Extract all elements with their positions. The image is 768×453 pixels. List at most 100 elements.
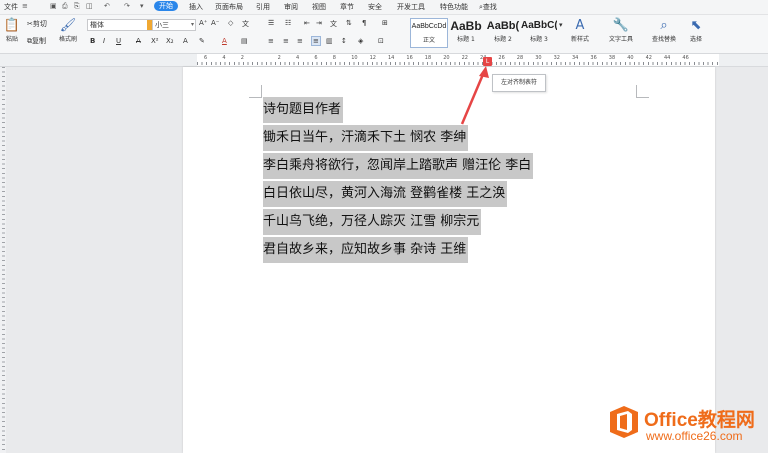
format-painter-button[interactable]: 🖌 格式刷 <box>57 18 79 43</box>
callout-arrow <box>460 66 489 125</box>
style-heading-1[interactable]: AaBb 标题 1 <box>448 18 484 46</box>
tab-page-layout[interactable]: 页面布局 <box>215 2 243 12</box>
shading-icon[interactable]: ◈ <box>358 37 363 45</box>
show-marks-icon[interactable]: ¶ <box>362 19 366 27</box>
tab-review[interactable]: 审阅 <box>284 2 298 12</box>
doc-line[interactable]: 诗句题目作者 <box>263 97 344 123</box>
search-button[interactable]: ⌕查找 <box>479 2 497 12</box>
find-replace-button[interactable]: ⌕ 查找替换 <box>647 18 681 43</box>
ruler-number: 22 <box>461 55 468 61</box>
text-effect-icon[interactable]: A <box>183 37 188 45</box>
file-menu[interactable]: 文件 <box>4 2 18 12</box>
bold-icon[interactable]: B <box>90 37 95 45</box>
strikethrough-icon[interactable]: A <box>136 37 141 45</box>
ruler-number: 20 <box>443 55 450 61</box>
doc-line[interactable]: 千山鸟飞绝，万径人踪灭 江雪 柳宗元 <box>263 209 482 235</box>
decrease-indent-icon[interactable]: ⇤ <box>304 19 310 27</box>
font-size-select[interactable]: 小三 ▾ <box>152 19 196 31</box>
numbered-list-icon[interactable]: ☷ <box>285 19 291 27</box>
save-icon[interactable]: ▣ <box>50 2 57 10</box>
undo-icon[interactable]: ↶ <box>104 2 110 10</box>
print-icon[interactable]: ⎘ <box>74 2 80 11</box>
ruler-number: 28 <box>516 55 524 61</box>
styles-more-icon[interactable]: ▾ <box>559 21 563 29</box>
redo-icon[interactable]: ↷ <box>124 2 130 10</box>
ruler-number: 10 <box>351 55 358 61</box>
text-tools-label: 文字工具 <box>608 36 633 43</box>
tab-home[interactable]: 开始 <box>154 1 178 11</box>
style-heading-3[interactable]: AaBbC( 标题 3 <box>521 18 557 46</box>
ruler-number: 12 <box>369 55 376 61</box>
margin-corner-top-right <box>636 85 649 98</box>
clear-format-icon[interactable]: ◇ <box>228 19 233 27</box>
bullet-list-icon[interactable]: ☰ <box>268 19 274 27</box>
ruler-number: 26 <box>498 55 505 61</box>
new-style-label: 新样式 <box>570 36 589 43</box>
doc-line[interactable]: 君自故乡来，应知故乡事 杂诗 王维 <box>263 237 469 263</box>
menu-icon[interactable]: ≡ <box>22 2 28 10</box>
ruler-number: 14 <box>388 55 395 61</box>
style-heading-3-label: 标题 3 <box>530 36 548 43</box>
cut-button[interactable]: ✂剪切 <box>27 19 47 29</box>
text-tools-button[interactable]: 🔧 文字工具 <box>604 18 638 43</box>
tab-chapter[interactable]: 章节 <box>340 2 354 12</box>
subscript-icon[interactable]: X₂ <box>166 37 174 45</box>
font-color-icon[interactable]: A <box>222 37 227 45</box>
increase-indent-icon[interactable]: ⇥ <box>316 19 322 27</box>
tab-security[interactable]: 安全 <box>368 2 382 12</box>
font-name-select[interactable]: 楷体 <box>87 19 154 31</box>
watermark-title: Office教程网 <box>644 410 755 431</box>
ruler-number: 6 <box>204 55 208 61</box>
phonetic-icon[interactable]: 文 <box>242 19 249 29</box>
menu-bar: 文件 ≡ ▣ ⎙ ⎘ ◫ ↶ ↷ ▾ 开始 插入 页面布局 引用 审阅 视图 章… <box>0 0 768 15</box>
sort-icon[interactable]: ⇅ <box>346 19 352 27</box>
document-page[interactable]: 诗句题目作者 锄禾日当午，汗滴禾下土 悯农 李绅 李白乘舟将欲行，忽闻岸上踏歌声… <box>183 67 715 453</box>
justify-icon[interactable]: ≡ <box>311 36 321 46</box>
new-style-button[interactable]: A 新样式 <box>566 18 594 43</box>
italic-icon[interactable]: I <box>103 37 105 45</box>
align-right-icon[interactable]: ≡ <box>297 37 303 45</box>
doc-line[interactable]: 李白乘舟将欲行，忽闻岸上踏歌声 赠汪伦 李白 <box>263 153 534 179</box>
style-heading-3-sample: AaBbC( <box>521 20 557 31</box>
highlight-icon[interactable]: ✎ <box>199 37 205 45</box>
preview-icon[interactable]: ◫ <box>86 2 93 10</box>
tab-features[interactable]: 特色功能 <box>440 2 468 12</box>
brush-icon: 🖌 <box>59 18 77 33</box>
ruler-number: 30 <box>535 55 542 61</box>
tab-view[interactable]: 视图 <box>312 2 326 12</box>
style-heading-1-label: 标题 1 <box>457 36 475 43</box>
format-painter-label: 格式刷 <box>58 36 77 43</box>
doc-line[interactable]: 锄禾日当午，汗滴禾下土 悯农 李绅 <box>263 125 469 151</box>
distributed-icon[interactable]: ▥ <box>326 37 333 45</box>
underline-icon[interactable]: U <box>116 37 121 45</box>
font-size-value: 小三 <box>155 21 169 29</box>
chinese-layout-icon[interactable]: 文 <box>330 19 337 29</box>
tab-insert[interactable]: 插入 <box>189 2 203 12</box>
horizontal-ruler[interactable]: 6422468101214161820222426283032343638404… <box>0 54 768 67</box>
doc-line[interactable]: 白日依山尽，黄河入海流 登鹳雀楼 王之涣 <box>263 181 508 207</box>
line-spacing-icon[interactable]: ↕ <box>341 37 347 45</box>
ribbon: 📋 粘贴 ✂剪切 ⧉复制 🖌 格式刷 楷体 小三 ▾ A⁺ A⁻ ◇ 文 B I… <box>0 15 768 54</box>
grow-font-icon[interactable]: A⁺ <box>199 19 207 27</box>
borders-icon[interactable]: ⊡ <box>378 37 384 45</box>
table-icon[interactable]: ⊞ <box>382 19 388 27</box>
style-heading-2[interactable]: AaBb( 标题 2 <box>485 18 521 46</box>
style-normal[interactable]: AaBbCcDd 正文 <box>410 18 448 48</box>
ruler-number: 36 <box>590 55 597 61</box>
copy-button[interactable]: ⧉复制 <box>27 36 46 46</box>
tab-references[interactable]: 引用 <box>256 2 270 12</box>
ruler-number: 4 <box>296 55 300 61</box>
quick-access-dropdown-icon[interactable]: ▾ <box>140 2 144 10</box>
vertical-ruler <box>0 67 6 453</box>
shrink-font-icon[interactable]: A⁻ <box>211 19 219 27</box>
align-center-icon[interactable]: ≡ <box>283 37 289 45</box>
align-left-icon[interactable]: ≡ <box>268 37 274 45</box>
select-button[interactable]: ⬉ 选择 <box>685 18 707 43</box>
export-icon[interactable]: ⎙ <box>62 2 68 11</box>
paste-button[interactable]: 📋 粘贴 <box>3 18 21 43</box>
watermark-url: www.office26.com <box>646 429 743 443</box>
superscript-icon[interactable]: X² <box>151 37 159 45</box>
char-shading-icon[interactable]: ▤ <box>241 37 248 45</box>
search-label: 查找 <box>482 3 497 11</box>
tab-developer[interactable]: 开发工具 <box>397 2 425 12</box>
